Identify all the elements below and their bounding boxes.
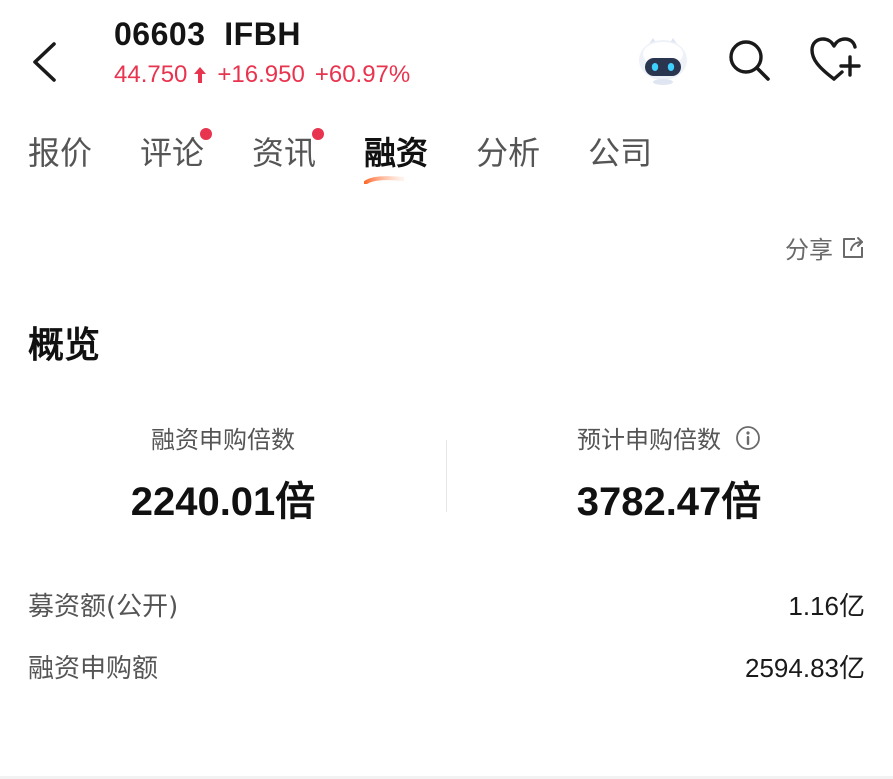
stock-name: IFBH <box>224 16 301 52</box>
info-row-fundraising: 募资额(公开) 1.16亿 <box>28 586 865 623</box>
info-row-financing-amount: 融资申购额 2594.83亿 <box>28 648 865 685</box>
notification-dot <box>200 128 213 140</box>
search-button[interactable] <box>721 32 777 88</box>
robot-assistant-button[interactable] <box>635 32 691 88</box>
tab-analysis[interactable]: 分析 <box>476 128 540 184</box>
price-change-percent: +60.97% <box>314 61 411 88</box>
tab-news[interactable]: 资讯 <box>252 128 325 184</box>
share-label: 分享 <box>785 236 833 264</box>
stat-label: 融资申购倍数 <box>151 420 295 455</box>
heart-add-icon <box>810 37 861 81</box>
robot-assistant-icon <box>639 38 687 85</box>
row-unit: 亿 <box>838 592 865 622</box>
row-unit: 亿 <box>838 654 865 684</box>
stat-value: 3782.47倍 <box>446 469 892 527</box>
info-icon[interactable] <box>735 425 761 451</box>
stat-label: 预计申购倍数 <box>577 420 761 455</box>
row-label: 融资申购额 <box>28 654 159 684</box>
tab-company[interactable]: 公司 <box>588 128 652 184</box>
stat-value: 2240.01倍 <box>0 469 446 527</box>
stat-financing-multiple: 融资申购倍数 2240.01倍 <box>0 420 446 527</box>
add-watchlist-button[interactable] <box>807 32 863 88</box>
stat-label-text: 预计申购倍数 <box>577 426 721 454</box>
stock-title: 06603 IFBH <box>114 16 410 53</box>
tab-financing[interactable]: 融资 <box>364 128 428 184</box>
row-value: 1.16亿 <box>788 586 865 623</box>
tab-quote[interactable]: 报价 <box>28 128 92 184</box>
stock-code: 06603 <box>114 16 206 52</box>
stats-divider <box>446 440 447 512</box>
chevron-left-icon <box>33 42 56 82</box>
stat-number: 3782.47 <box>576 480 722 524</box>
stock-price: 44.750 <box>114 61 188 88</box>
tab-label: 公司 <box>588 134 653 172</box>
stat-label-text: 融资申购倍数 <box>151 426 295 454</box>
stat-unit: 倍 <box>275 479 316 525</box>
stat-unit: 倍 <box>721 479 762 525</box>
quote-line: 44.750 +16.950 +60.97% <box>114 61 410 89</box>
arrow-up-icon <box>194 67 207 83</box>
row-number: 1.16 <box>788 591 839 621</box>
search-icon <box>729 40 770 81</box>
share-button[interactable]: 分享 <box>785 230 865 265</box>
share-icon <box>843 236 863 258</box>
tab-label: 资讯 <box>252 134 317 172</box>
tab-bar: 报价 评论 资讯 融资 分析 公司 <box>28 128 652 184</box>
notification-dot <box>312 128 325 140</box>
tab-label: 评论 <box>140 134 205 172</box>
stock-financing-page: 06603 IFBH 44.750 +16.950 +60.97% 报价 评论 … <box>0 0 893 779</box>
tab-comments[interactable]: 评论 <box>140 128 213 184</box>
overview-title: 概览 <box>28 325 101 366</box>
stat-expected-multiple: 预计申购倍数 3782.47倍 <box>446 420 892 527</box>
back-button[interactable] <box>22 38 66 86</box>
tab-label: 融资 <box>364 134 429 172</box>
row-number: 2594.83 <box>745 653 839 683</box>
tab-label: 报价 <box>28 134 93 172</box>
tab-label: 分析 <box>476 134 541 172</box>
stock-header: 06603 IFBH 44.750 +16.950 +60.97% <box>114 16 410 89</box>
header-actions <box>635 32 863 88</box>
row-value: 2594.83亿 <box>745 648 865 685</box>
row-label: 募资额(公开) <box>28 592 179 622</box>
active-tab-underline <box>364 176 405 184</box>
stat-number: 2240.01 <box>130 480 276 524</box>
price-change: +16.950 <box>217 61 305 88</box>
